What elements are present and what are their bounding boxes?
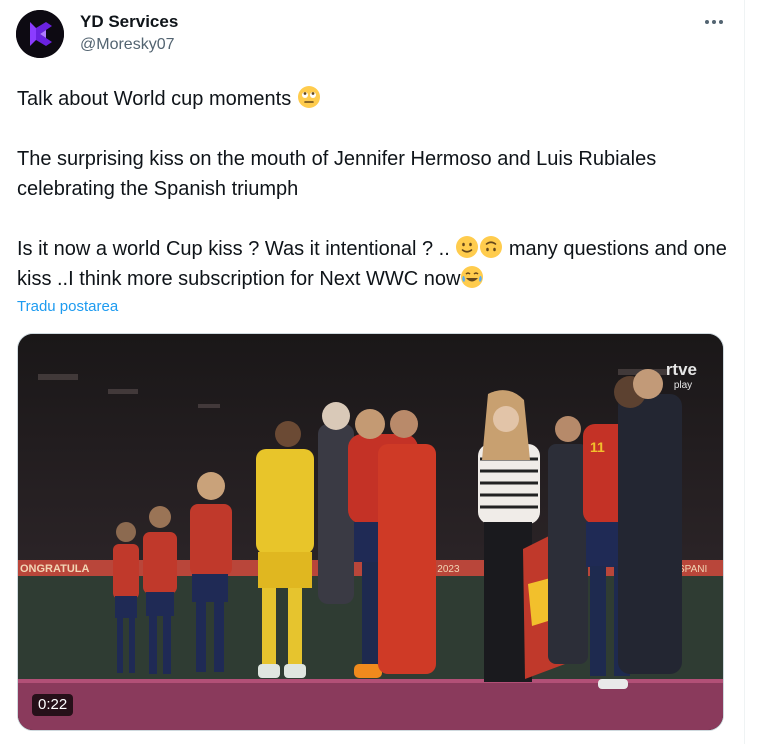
more-dot-icon [712,20,716,24]
banner-left: ONGRATULA [20,563,90,575]
tweet-text: Talk about World cup moments The surpris… [17,84,737,294]
column-border [744,0,745,744]
more-dot-icon [705,20,709,24]
face-with-tears-of-joy-icon [461,266,484,288]
video-duration-badge: 0:22 [32,694,74,716]
video-frame: ONGRATULA P 2023 SPANI 11 [18,334,723,730]
more-dot-icon [719,20,723,24]
face-with-rolling-eyes-icon [297,86,320,108]
slightly-smiling-face-icon [456,236,479,258]
translate-post-link[interactable]: Tradu postarea [17,298,118,315]
tweet-line-1: Talk about World cup moments [17,84,737,114]
author-block[interactable]: YD Services @Moresky07 [80,12,178,55]
more-options-button[interactable] [700,12,728,32]
brand-logo-icon [16,10,64,58]
handle[interactable]: @Moresky07 [80,35,178,55]
banner-right: SPANI [678,564,707,575]
tweet-line-2: The surprising kiss on the mouth of Jenn… [17,148,657,200]
avatar[interactable] [16,10,64,58]
svg-text:11: 11 [590,439,605,455]
tweet-line-3: Is it now a world Cup kiss ? Was it inte… [17,234,737,294]
tweet-header: YD Services @Moresky07 [16,8,728,64]
upside-down-face-icon [480,236,503,258]
display-name[interactable]: YD Services [80,12,178,32]
video-player[interactable]: ONGRATULA P 2023 SPANI 11 rtve play 0:22 [17,333,724,731]
rtve-watermark: rtve play [665,360,697,391]
